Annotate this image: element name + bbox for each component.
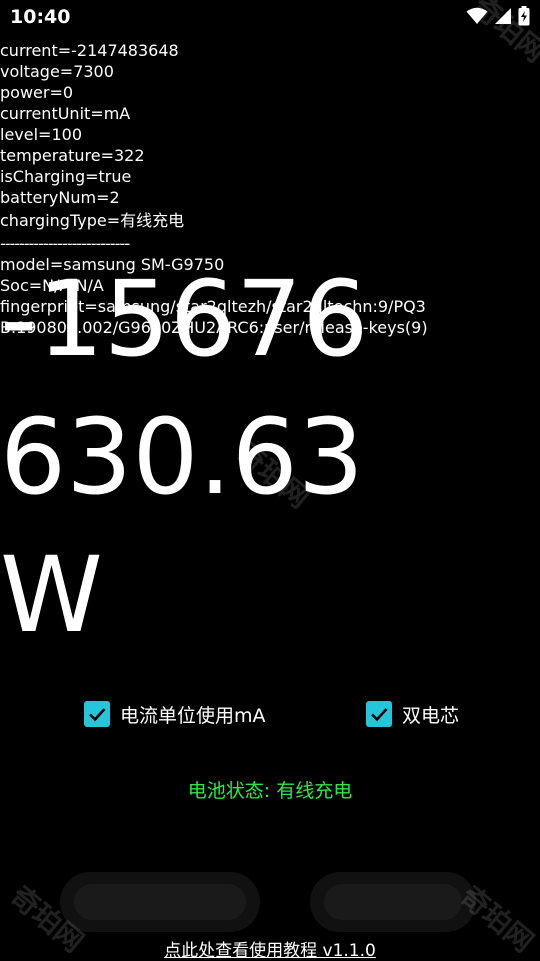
unit-ma-option[interactable]: 电流单位使用mA	[84, 697, 266, 731]
wifi-icon	[466, 7, 488, 29]
readout-power-unit: W	[0, 534, 103, 656]
info-voltage: voltage=7300	[0, 62, 114, 81]
checkmark-icon	[89, 708, 106, 722]
tutorial-link[interactable]: 点此处查看使用教程 v1.1.0	[0, 936, 540, 961]
unit-ma-checkbox[interactable]	[84, 701, 110, 727]
info-charging-type: chargingType=有线充电	[0, 211, 185, 230]
power-readout: -15676 630.63 W	[0, 250, 540, 664]
info-power: power=0	[0, 83, 74, 102]
info-current-unit: currentUnit=mA	[0, 104, 131, 123]
status-bar: 10:40	[0, 0, 540, 38]
info-level: level=100	[0, 125, 82, 144]
info-temperature: temperature=322	[0, 146, 145, 165]
left-ghost-button[interactable]	[60, 872, 260, 932]
dual-cell-label: 双电芯	[402, 704, 460, 727]
battery-charging-icon	[518, 6, 530, 30]
status-time: 10:40	[10, 6, 71, 28]
info-current: current=-2147483648	[0, 41, 179, 60]
status-icons	[466, 6, 530, 30]
unit-ma-label: 电流单位使用mA	[120, 704, 266, 727]
cell-signal-icon	[494, 7, 512, 29]
dual-cell-checkbox[interactable]	[366, 701, 392, 727]
checkmark-icon	[371, 708, 388, 722]
right-ghost-button[interactable]	[310, 872, 476, 932]
readout-current: -15676	[0, 258, 369, 380]
info-battery-num: batteryNum=2	[0, 188, 120, 207]
dual-cell-option[interactable]: 双电芯	[366, 697, 459, 731]
battery-status-text: 电池状态: 有线充电	[187, 780, 353, 802]
info-is-charging: isCharging=true	[0, 167, 132, 186]
readout-power-value: 630.63	[0, 396, 364, 518]
